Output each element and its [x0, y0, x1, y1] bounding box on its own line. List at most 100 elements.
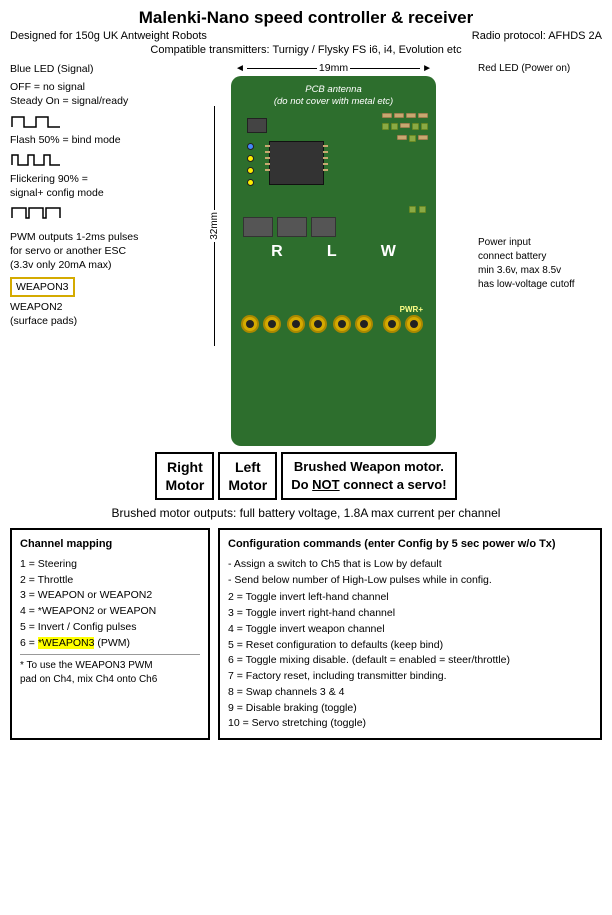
pcb-cap — [382, 123, 389, 130]
motor-rlw-row: R L W — [239, 243, 428, 261]
w-pin-1 — [333, 315, 351, 333]
main-ic — [269, 141, 324, 185]
ch6: 6 = *WEAPON3 (PWM) — [20, 636, 200, 652]
config-intro1: - Assign a switch to Ch5 that is Low by … — [228, 557, 592, 573]
motor-ic-right — [277, 217, 307, 237]
ch3: 3 = WEAPON or WEAPON2 — [20, 588, 200, 604]
compatible-transmitters: Compatible transmitters: Turnigy / Flysk… — [10, 44, 602, 56]
pcb-resistor — [418, 135, 428, 140]
led-blue-label: Blue LED (Signal) — [10, 63, 93, 75]
connector-group-w — [333, 315, 373, 333]
weapon3-label: WEAPON3 — [10, 277, 75, 297]
cmd-6: 6 = Toggle mixing disable. (default = en… — [228, 653, 592, 669]
pcb-resistor — [400, 123, 410, 128]
diagram-area: Blue LED (Signal) OFF = no signal Steady… — [10, 62, 602, 446]
pcb-wrapper: 32mm PCB antenna(do not cover with metal… — [231, 76, 436, 446]
pcb-cap — [409, 135, 416, 142]
right-motor-box: RightMotor — [155, 452, 214, 500]
pwm-line2: for servo or another ESC — [10, 244, 195, 258]
weapon-motor-box: Brushed Weapon motor. Do NOT connect a s… — [281, 452, 456, 500]
led-row — [247, 143, 254, 186]
signal-off: OFF = no signal — [10, 80, 195, 94]
l-pin-2 — [309, 315, 327, 333]
pwr-pin-pos — [405, 315, 423, 333]
motor-box-row: RightMotor LeftMotor Brushed Weapon moto… — [10, 452, 602, 500]
motor-l-label: L — [327, 243, 337, 261]
channel-footnote: * To use the WEAPON3 PWMpad on Ch4, mix … — [20, 654, 200, 687]
ch6-highlight: *WEAPON3 — [38, 637, 95, 649]
weapon2-sub-label: (surface pads) — [10, 314, 195, 328]
brushed-motor-note: Brushed motor outputs: full battery volt… — [10, 506, 602, 520]
signal-states: OFF = no signal Steady On = signal/ready… — [10, 80, 195, 222]
led-annotation: Blue LED (Signal) — [10, 62, 195, 76]
signal-flicker90: Flickering 90% =signal+ config mode — [10, 172, 195, 200]
weapon-line2: Do NOT connect a servo! — [291, 476, 446, 494]
connector-group-r — [241, 315, 281, 333]
connector-group-l — [287, 315, 327, 333]
designed-for-label: Designed for 150g UK Antweight Robots — [10, 30, 207, 42]
pcb-board: PCB antenna(do not cover with metal etc) — [231, 76, 436, 446]
connector-group-pwr: PWR+ — [383, 305, 423, 333]
dimension-19mm-row: ◄ 19mm ► — [195, 62, 472, 74]
radio-protocol-label: Radio protocol: AFHDS 2A — [472, 30, 602, 42]
pwm-line3: (3.3v only 20mA max) — [10, 258, 195, 272]
pwm-line1: PWM outputs 1-2ms pulses — [10, 230, 195, 244]
led-yellow-dot-3 — [247, 179, 254, 186]
led-blue-dot — [247, 143, 254, 150]
r-pin-1 — [241, 315, 259, 333]
pcb-antenna-label: PCB antenna(do not cover with metal etc) — [239, 84, 428, 109]
channel-mapping-title: Channel mapping — [20, 536, 200, 553]
bottom-section: Channel mapping 1 = Steering 2 = Throttl… — [10, 528, 602, 740]
pcb-resistor — [406, 113, 416, 118]
config-cmd-list: 2 = Toggle invert left-hand channel 3 = … — [228, 590, 592, 732]
pcb-cap — [419, 206, 426, 213]
w-pin-2 — [355, 315, 373, 333]
motor-ic-left — [243, 217, 273, 237]
ch1: 1 = Steering — [20, 557, 200, 573]
cmd-2: 2 = Toggle invert left-hand channel — [228, 590, 592, 606]
waveform-flash — [10, 149, 70, 169]
cmd-5: 5 = Reset configuration to defaults (kee… — [228, 638, 592, 654]
dimension-32mm: 32mm — [209, 106, 220, 346]
ch5: 5 = Invert / Config pulses — [20, 620, 200, 636]
pcb-resistor — [394, 113, 404, 118]
cmd-8: 8 = Swap channels 3 & 4 — [228, 685, 592, 701]
motor-r-label: R — [271, 243, 283, 261]
cmd-7: 7 = Factory reset, including transmitter… — [228, 669, 592, 685]
channel-footnote-text: * To use the WEAPON3 PWMpad on Ch4, mix … — [20, 659, 200, 687]
config-intro2: - Send below number of High-Low pulses w… — [228, 573, 592, 589]
header-subtitle-row: Designed for 150g UK Antweight Robots Ra… — [10, 30, 602, 42]
pcb-cap — [412, 123, 419, 130]
channel-mapping-box: Channel mapping 1 = Steering 2 = Throttl… — [10, 528, 210, 740]
pcb-cap — [391, 123, 398, 130]
config-commands-box: Configuration commands (enter Config by … — [218, 528, 602, 740]
pcb-resistor — [382, 113, 392, 118]
signal-flash50: Flash 50% = bind mode — [10, 133, 195, 147]
weapon-line1: Brushed Weapon motor. — [291, 458, 446, 476]
l-pin-1 — [287, 315, 305, 333]
cmd-9: 9 = Disable braking (toggle) — [228, 701, 592, 717]
left-motor-box: LeftMotor — [218, 452, 277, 500]
pwm-note-block: PWM outputs 1-2ms pulses for servo or an… — [10, 230, 195, 328]
weapon2-label: WEAPON2 — [10, 300, 195, 314]
small-ic — [247, 118, 267, 133]
pcb-bottom-connectors: PWR+ — [239, 305, 428, 333]
ch4: 4 = *WEAPON2 or WEAPON — [20, 604, 200, 620]
motor-w-label: W — [381, 243, 396, 261]
pcb-top-components — [239, 113, 428, 213]
power-input-note: Power inputconnect batterymin 3.6v, max … — [478, 236, 602, 292]
width-label: 19mm — [319, 62, 348, 74]
cmd-3: 3 = Toggle invert right-hand channel — [228, 606, 592, 622]
right-annotations: Red LED (Power on) Power inputconnect ba… — [472, 62, 602, 446]
pcb-cap — [409, 206, 416, 213]
red-led-label: Red LED (Power on) — [478, 63, 570, 74]
r-pin-2 — [263, 315, 281, 333]
pcb-resistor — [418, 113, 428, 118]
cmd-4: 4 = Toggle invert weapon channel — [228, 622, 592, 638]
pcb-area: ◄ 19mm ► 32mm PCB antenn — [195, 62, 472, 446]
left-annotations: Blue LED (Signal) OFF = no signal Steady… — [10, 62, 195, 446]
led-yellow-dot-2 — [247, 167, 254, 174]
motor-ic-weapon — [311, 217, 336, 237]
page-title: Malenki-Nano speed controller & receiver — [10, 8, 602, 28]
pwr-plus-label: PWR+ — [400, 305, 423, 314]
